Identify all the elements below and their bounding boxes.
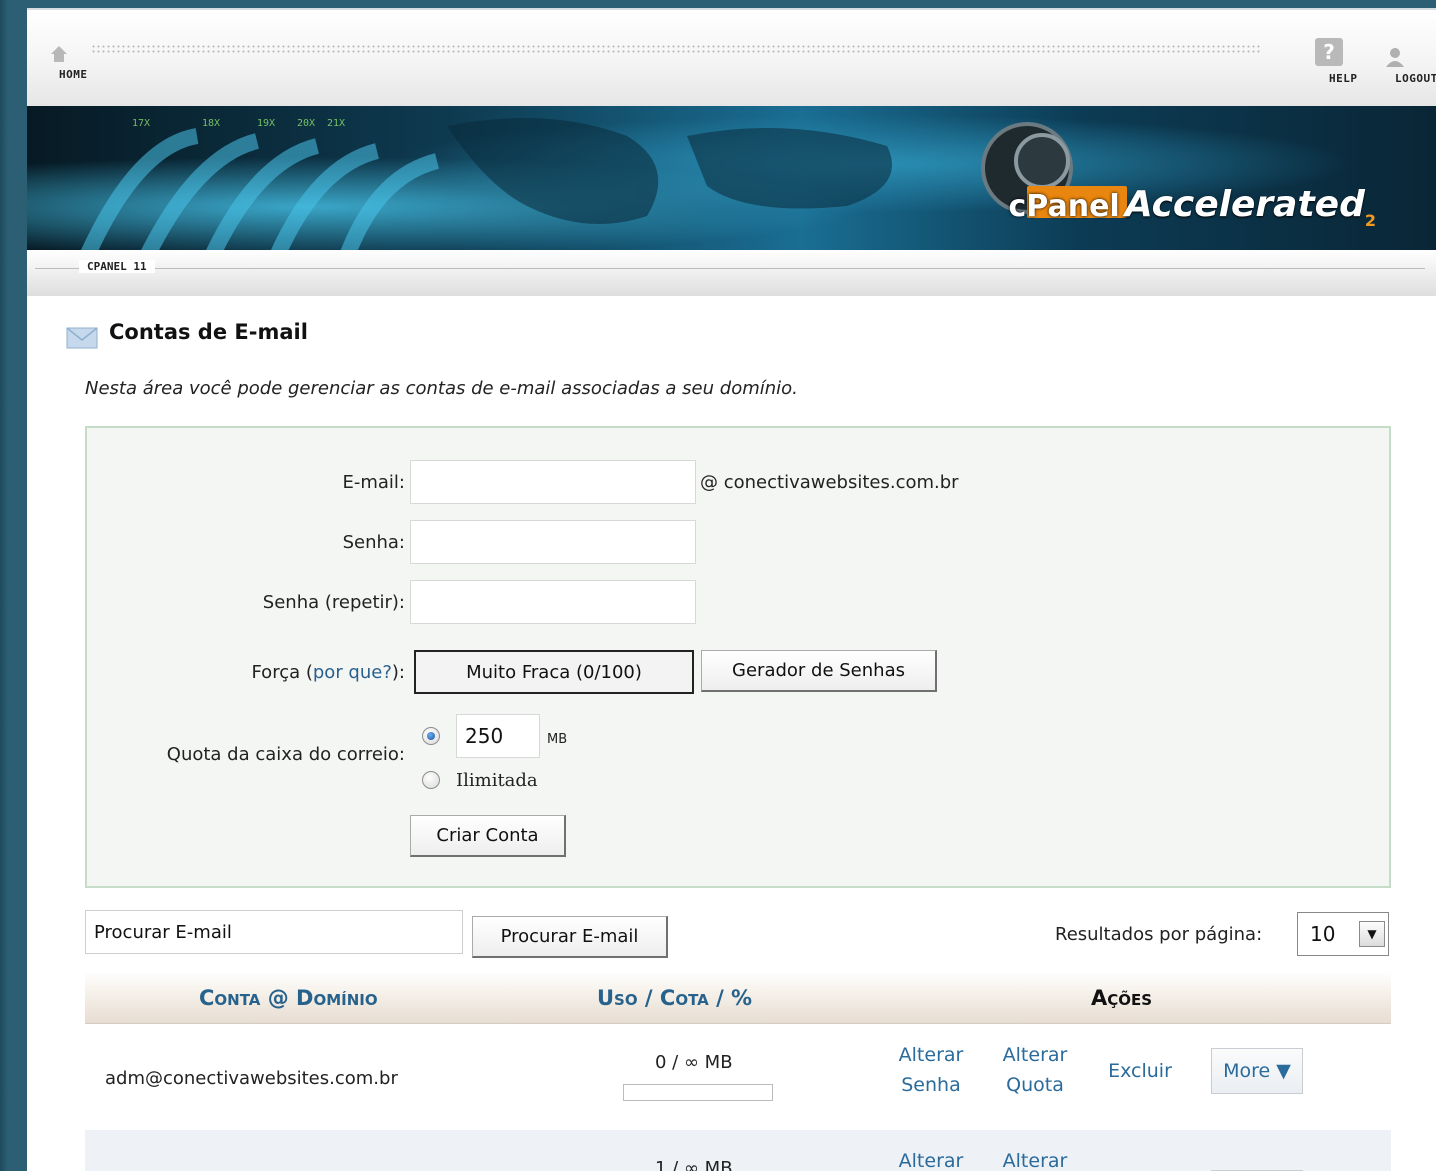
quota-limited-radio[interactable] xyxy=(422,727,440,745)
header-usage-label[interactable]: Uso xyxy=(597,986,638,1010)
header-account[interactable]: Conta @ Domínio xyxy=(199,986,378,1010)
results-per-page-label: Resultados por página: xyxy=(1055,924,1263,945)
usage-bar xyxy=(623,1084,773,1101)
home-label: HOME xyxy=(59,68,88,81)
page-description: Nesta área você pode gerenciar as contas… xyxy=(85,378,798,399)
change-quota-line1[interactable]: Alterar xyxy=(985,1146,1085,1171)
quota-label: Quota da caixa do correio: xyxy=(166,744,405,765)
brand-version: 2 xyxy=(1364,211,1376,230)
header-sep: / xyxy=(644,986,653,1010)
quota-input[interactable] xyxy=(456,714,540,758)
more-button[interactable]: More ▼ xyxy=(1211,1048,1303,1094)
breadcrumb[interactable]: CPANEL 11 xyxy=(79,260,155,273)
strength-label-prefix: Força ( xyxy=(251,662,313,683)
accounts-table-header: Conta @ Domínio Uso / Cota / % Ações xyxy=(85,972,1391,1024)
change-password-link[interactable]: Alterar xyxy=(881,1146,981,1171)
email-envelope-icon xyxy=(66,327,98,349)
top-nav: HOME ? HELP LOGOUT xyxy=(27,10,1436,106)
change-password-line1[interactable]: Alterar xyxy=(881,1146,981,1171)
logout-icon xyxy=(1386,48,1404,67)
table-row: adm@conectivawebsites.com.br 0 / ∞ MB Al… xyxy=(85,1024,1391,1130)
password-label: Senha: xyxy=(342,532,405,553)
change-quota-link[interactable]: Alterar xyxy=(985,1146,1085,1171)
results-per-page-select[interactable]: 10 ▼ xyxy=(1297,912,1389,956)
brand-cpanel: cPanel xyxy=(1008,189,1120,224)
password-input[interactable] xyxy=(410,520,696,564)
logout-button[interactable]: LOGOUT xyxy=(1367,46,1436,85)
email-domain: @ conectivawebsites.com.br xyxy=(700,472,959,493)
dropdown-arrow-icon[interactable]: ▼ xyxy=(1359,921,1385,947)
search-email-input[interactable] xyxy=(85,910,463,954)
help-button[interactable]: ? HELP xyxy=(1309,38,1357,85)
header-at: @ xyxy=(267,986,289,1010)
brand-accelerated: Accelerated xyxy=(1124,184,1365,225)
results-per-page-value: 10 xyxy=(1310,922,1336,946)
change-password-link[interactable]: Alterar Senha xyxy=(881,1040,981,1100)
quota-unlimited-label: Ilimitada xyxy=(456,770,538,791)
password-generator-button[interactable]: Gerador de Senhas xyxy=(701,650,937,692)
svg-text:20X: 20X xyxy=(297,118,315,129)
email-input[interactable] xyxy=(410,460,696,504)
breadcrumb-line xyxy=(35,268,1425,269)
help-icon: ? xyxy=(1315,38,1343,66)
header-sep: / xyxy=(716,986,724,1010)
strength-label: Força (por que?): xyxy=(187,662,405,683)
create-account-button[interactable]: Criar Conta xyxy=(410,815,566,857)
account-usage: 0 / ∞ MB xyxy=(655,1052,733,1073)
table-row: 1 / ∞ MB Alterar Alterar xyxy=(85,1130,1391,1171)
home-button[interactable]: HOME xyxy=(39,44,87,81)
quota-unlimited-radio[interactable] xyxy=(422,771,440,789)
svg-text:21X: 21X xyxy=(327,118,345,129)
nav-divider xyxy=(91,44,1261,54)
header-usage[interactable]: Uso / Cota / % xyxy=(597,986,752,1010)
cpanel-page: HOME ? HELP LOGOUT 17X 18X 19X 20X 21X c… xyxy=(27,8,1436,1171)
cpanel-brand: cPanel Accelerated2 xyxy=(1008,184,1376,230)
change-quota-link[interactable]: Alterar Quota xyxy=(985,1040,1085,1100)
password-repeat-label: Senha (repetir): xyxy=(262,592,405,613)
help-label: HELP xyxy=(1329,72,1358,85)
header-banner: 17X 18X 19X 20X 21X cPanel Accelerated2 xyxy=(27,106,1436,250)
header-account-label[interactable]: Conta xyxy=(199,986,260,1010)
search-email-button[interactable]: Procurar E-mail xyxy=(472,916,668,958)
change-quota-line2[interactable]: Quota xyxy=(985,1070,1085,1100)
page-title: Contas de E-mail xyxy=(109,320,308,344)
header-percent-label[interactable]: % xyxy=(731,986,752,1010)
change-password-line2[interactable]: Senha xyxy=(881,1070,981,1100)
svg-text:19X: 19X xyxy=(257,118,275,129)
strength-meter: Muito Fraca (0/100) xyxy=(414,650,694,694)
header-actions: Ações xyxy=(1091,986,1153,1010)
svg-text:17X: 17X xyxy=(132,118,150,129)
strength-label-suffix: ): xyxy=(391,662,405,683)
breadcrumb-bar: CPANEL 11 xyxy=(27,250,1436,296)
account-usage: 1 / ∞ MB xyxy=(655,1158,733,1171)
strength-why-link[interactable]: por que? xyxy=(313,662,392,683)
email-label: E-mail: xyxy=(342,472,406,493)
password-repeat-input[interactable] xyxy=(410,580,696,624)
change-quota-line1[interactable]: Alterar xyxy=(985,1040,1085,1070)
header-quota-label[interactable]: Cota xyxy=(660,986,709,1010)
quota-unit: MB xyxy=(547,732,568,747)
delete-link[interactable]: Excluir xyxy=(1095,1056,1185,1086)
banner-artwork: 17X 18X 19X 20X 21X xyxy=(80,118,1127,250)
logout-label: LOGOUT xyxy=(1395,72,1436,85)
change-password-line1[interactable]: Alterar xyxy=(881,1040,981,1070)
account-email: adm@conectivawebsites.com.br xyxy=(105,1068,398,1089)
header-domain-label[interactable]: Domínio xyxy=(296,986,378,1010)
home-icon xyxy=(51,46,67,62)
svg-text:18X: 18X xyxy=(202,118,220,129)
